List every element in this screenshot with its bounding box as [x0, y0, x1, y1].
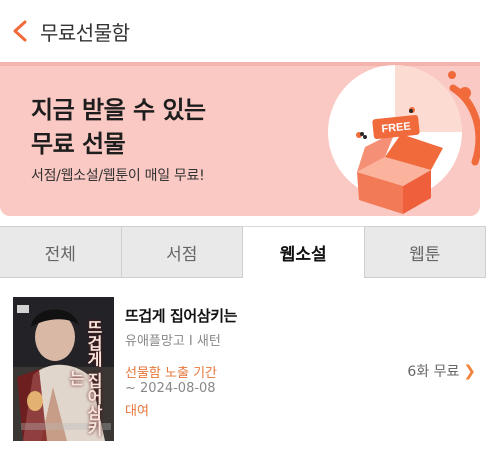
- promo-banner[interactable]: 지금 받을 수 있는 무료 선물 서점/웹소설/웹툰이 매일 무료! FREE: [0, 62, 480, 216]
- banner-title: 지금 받을 수 있는 무료 선물: [31, 93, 206, 161]
- back-button[interactable]: [0, 0, 40, 62]
- tab-webnovel[interactable]: 웹소설: [243, 226, 365, 278]
- tab-bookstore[interactable]: 서점: [121, 226, 243, 278]
- rental-badge: 대여: [125, 404, 149, 419]
- book-list-item[interactable]: 뜨겁게 집어삼키는 뜨겁게 집어삼키는 유애플망고 I 새턴 선물함 노출 기간…: [0, 278, 486, 452]
- banner-subtitle: 서점/웹소설/웹툰이 매일 무료!: [31, 168, 205, 184]
- book-cover[interactable]: 뜨겁게 집어삼키는: [13, 297, 114, 441]
- tab-webtoon[interactable]: 웹툰: [364, 226, 486, 278]
- chevron-left-icon: [13, 20, 27, 42]
- free-episodes-label: 6화 무료: [407, 364, 460, 380]
- book-cover-title: 뜨겁게 집어삼키는: [66, 319, 103, 437]
- exposure-period-label: 선물함 노출 기간: [125, 366, 217, 381]
- book-author-publisher: 유애플망고 I 새턴: [125, 334, 221, 349]
- category-tabs: 전체 서점 웹소설 웹툰: [0, 226, 486, 278]
- chevron-right-icon: ❯: [463, 362, 476, 380]
- free-episodes-link[interactable]: 6화 무료 ❯: [407, 361, 476, 381]
- gift-box-illustration: FREE: [328, 65, 480, 214]
- page-title: 무료선물함: [40, 20, 130, 45]
- banner-title-line2: 무료 선물: [31, 130, 126, 158]
- tab-all[interactable]: 전체: [0, 226, 122, 278]
- header-bar: 무료선물함: [0, 0, 486, 62]
- book-title[interactable]: 뜨겁게 집어삼키는: [125, 305, 237, 326]
- exposure-period-date: ~ 2024-08-08: [125, 381, 216, 396]
- banner-title-line1: 지금 받을 수 있는: [31, 96, 206, 124]
